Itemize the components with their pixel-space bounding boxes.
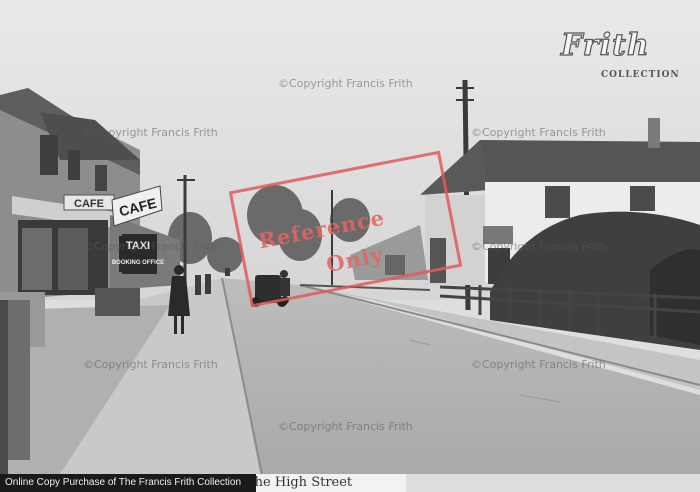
watermark: ©Copyright Francis Frith <box>471 240 606 253</box>
frith-logo: Frith COLLECTION <box>560 27 678 90</box>
watermark: ©Copyright Francis Frith <box>471 126 606 139</box>
photo-frame: CAFE CAFE TAXI BOOKING OFFICE Frith COLL… <box>0 0 700 492</box>
watermark: ©Copyright Francis Frith <box>83 358 218 371</box>
watermark: ©Copyright Francis Frith <box>278 77 413 90</box>
watermark: ©Copyright Francis Frith <box>83 126 218 139</box>
copyright-bar: Online Copy Purchase of The Francis Frit… <box>0 474 256 492</box>
watermark: ©Copyright Francis Frith <box>83 240 218 253</box>
logo-frith-text: Frith <box>560 27 650 63</box>
logo-collection-text: COLLECTION <box>601 70 680 80</box>
watermark: ©Copyright Francis Frith <box>278 420 413 433</box>
watermark: ©Copyright Francis Frith <box>471 358 606 371</box>
cafe-top-sign-text: CAFE <box>74 198 104 210</box>
booking-office-text: BOOKING OFFICE <box>112 260 164 266</box>
photo-caption: The High Street <box>236 474 406 492</box>
